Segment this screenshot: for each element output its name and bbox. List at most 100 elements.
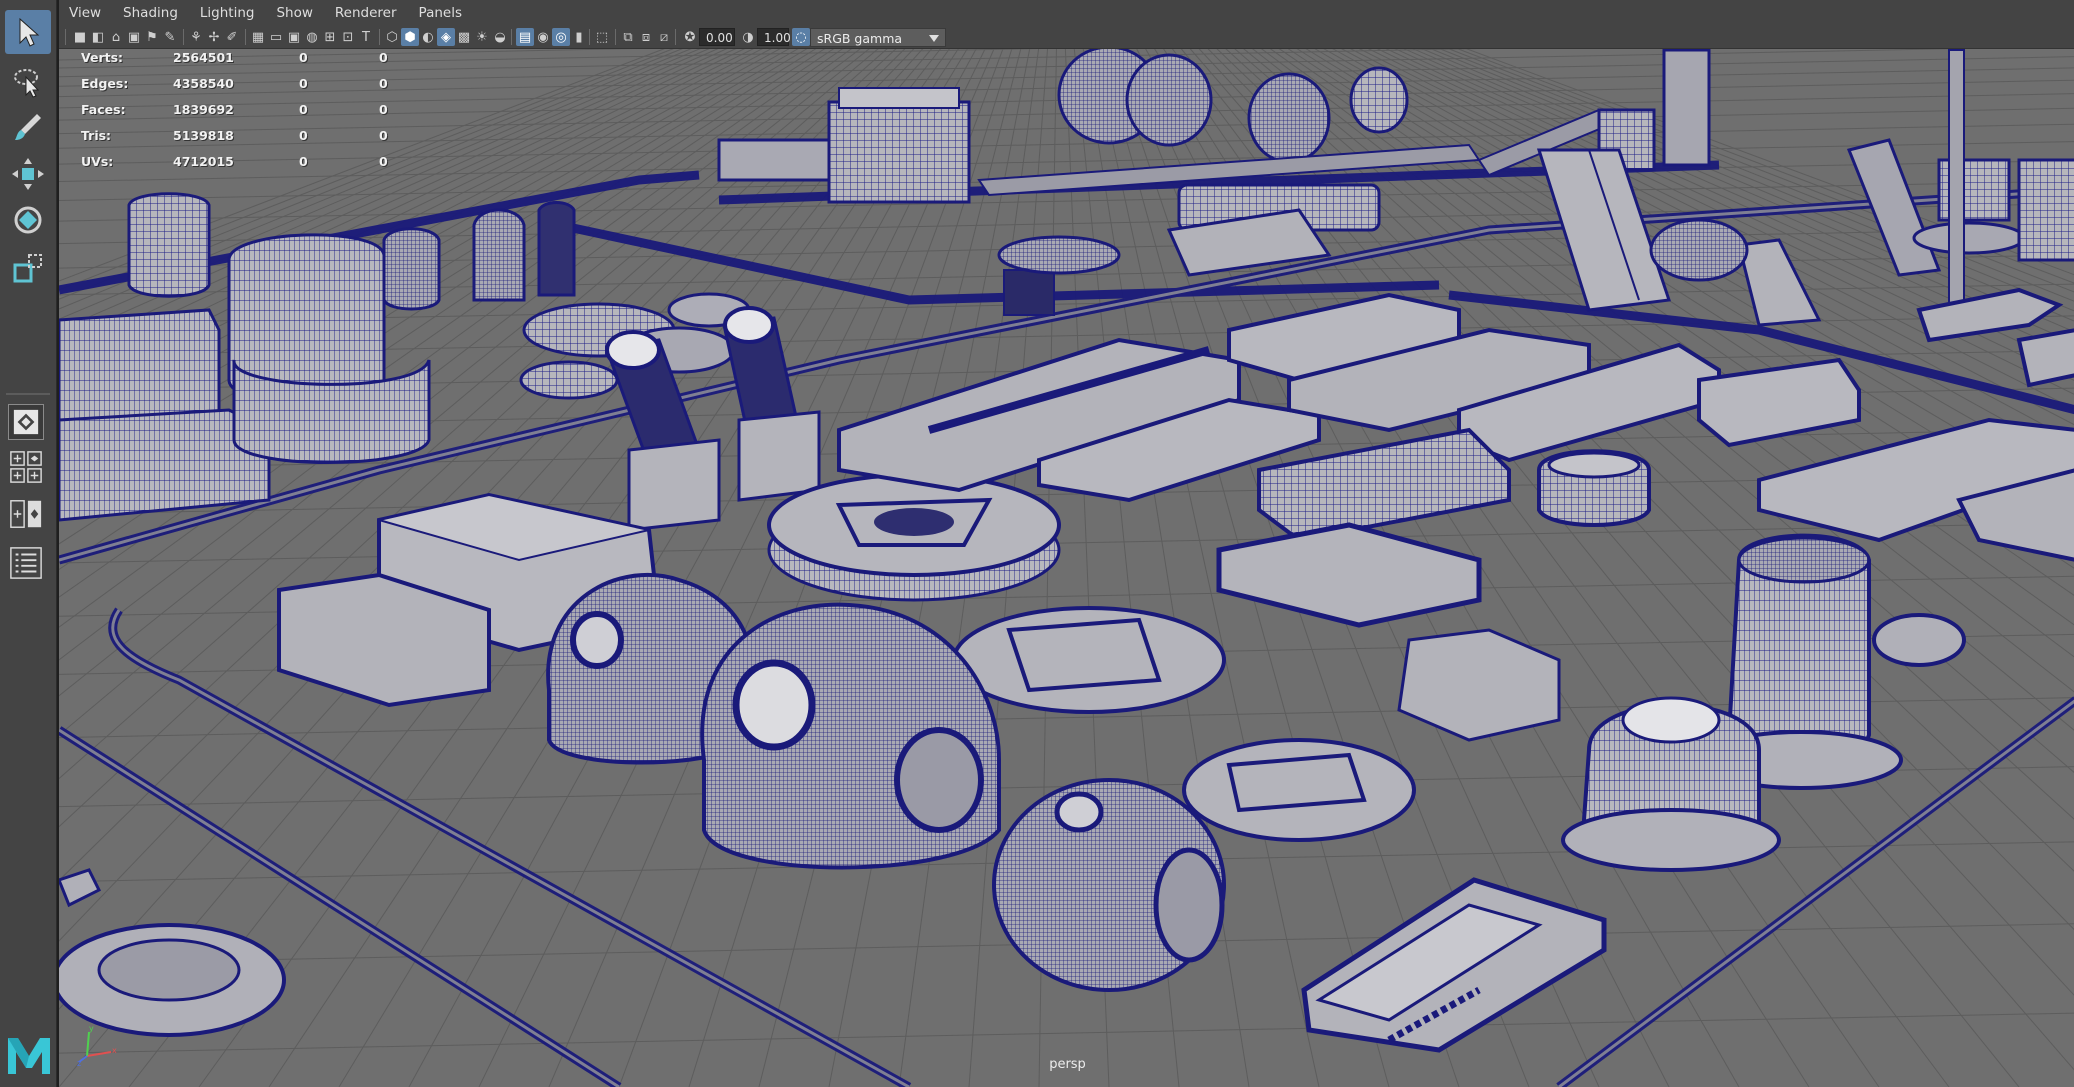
svg-text:y: y [89, 1024, 94, 1033]
gate-mask-icon[interactable]: ◍ [303, 28, 321, 46]
xray-joints-icon[interactable]: ⧈ [637, 28, 655, 46]
hud-label: Edges: [81, 76, 129, 91]
use-default-material-icon[interactable]: ◐ [419, 28, 437, 46]
resolution-gate-icon[interactable]: ▣ [285, 28, 303, 46]
gamma-icon[interactable]: ◑ [739, 28, 757, 46]
hud-selected: 0 [299, 102, 308, 117]
toolbar-separator [615, 29, 616, 45]
menu-panels[interactable]: Panels [419, 5, 462, 21]
four-view-layout-icon [10, 451, 42, 483]
hud-selected: 0 [299, 128, 308, 143]
2d-pan-zoom-toggle-icon[interactable]: ✢ [205, 28, 223, 46]
depth-of-field-icon[interactable]: ▮ [570, 28, 588, 46]
multisample-aa-icon[interactable]: ◎ [552, 28, 570, 46]
bookmarks-icon[interactable]: ⌂ [107, 28, 125, 46]
menu-show[interactable]: Show [276, 5, 312, 21]
toolbar-separator [589, 29, 590, 45]
toolbar-separator [675, 29, 676, 45]
poly-count-hud: Verts: 2564501 0 0 Edges: 4358540 0 0 Faces: 1839… [81, 50, 441, 180]
menu-renderer[interactable]: Renderer [335, 5, 397, 21]
toolbar-separator [511, 29, 512, 45]
scale-tool-button[interactable] [5, 246, 51, 290]
select-arrow-icon [19, 17, 40, 47]
screen-space-ao-icon[interactable]: ▤ [516, 28, 534, 46]
2d-pan-zoom-icon[interactable]: ⚘ [187, 28, 205, 46]
view-transform-icon[interactable]: ◌ [792, 28, 810, 46]
motion-blur-icon[interactable]: ◉ [534, 28, 552, 46]
bookmark-icon[interactable]: ⚑ [143, 28, 161, 46]
toolbar-separator [245, 29, 246, 45]
hud-selected: 0 [299, 154, 308, 169]
hud-selected: 0 [299, 50, 308, 65]
color-space-select[interactable]: sRGB gamma [810, 28, 946, 47]
grid-toggle-icon[interactable]: ▦ [249, 28, 267, 46]
exposure-icon[interactable]: ✪ [681, 28, 699, 46]
hud-comp: 0 [379, 50, 388, 65]
two-view-layout-icon [10, 500, 42, 528]
select-camera-icon[interactable]: ■ [71, 28, 89, 46]
hud-label: Faces: [81, 102, 126, 117]
toolbar-grip [65, 29, 66, 45]
hud-row: UVs: 4712015 0 0 [81, 154, 441, 180]
outliner-layout-icon [10, 547, 42, 579]
grease-pencil-icon[interactable]: ✎ [161, 28, 179, 46]
single-view-layout-button[interactable] [8, 404, 44, 440]
exposure-field[interactable]: 0.00 [699, 28, 735, 46]
menu-shading[interactable]: Shading [123, 5, 178, 21]
field-chart-icon[interactable]: ⊞ [321, 28, 339, 46]
paint-select-tool-button[interactable] [5, 105, 51, 149]
textured-icon[interactable]: ▩ [455, 28, 473, 46]
hud-comp: 0 [379, 154, 388, 169]
camera-attributes-icon[interactable]: ◧ [89, 28, 107, 46]
rotate-tool-button[interactable] [5, 198, 51, 242]
lasso-tool-button[interactable] [5, 60, 51, 104]
outliner-layout-button[interactable] [8, 545, 44, 581]
hud-label: Verts: [81, 50, 124, 65]
toolbar-separator [379, 29, 380, 45]
toolbox-separator [6, 393, 50, 395]
hud-row: Faces: 1839692 0 0 [81, 102, 441, 128]
xray-icon[interactable]: ⧉ [619, 28, 637, 46]
round-hatch [767, 473, 1061, 602]
toolbox [0, 0, 57, 1087]
film-gate-icon[interactable]: ▭ [267, 28, 285, 46]
viewport-panel[interactable]: View Shading Lighting Show Renderer Pane… [57, 0, 2074, 1087]
hud-total: 2564501 [173, 50, 234, 65]
color-space-label: sRGB gamma [817, 31, 903, 46]
menu-view[interactable]: View [69, 5, 101, 21]
viewport-menu-bar: View Shading Lighting Show Renderer Pane… [59, 0, 2074, 25]
grid-line [59, 1012, 2074, 1054]
camera-name-label: persp [1049, 1057, 1086, 1072]
use-all-lights-icon[interactable]: ☀ [473, 28, 491, 46]
safe-action-icon[interactable]: ⊡ [339, 28, 357, 46]
hud-total: 4712015 [173, 154, 234, 169]
hud-row: Edges: 4358540 0 0 [81, 76, 441, 102]
single-view-layout-icon [13, 409, 39, 435]
paint-select-icon [15, 114, 41, 140]
grease-pencil-tool-icon[interactable]: ✐ [223, 28, 241, 46]
hud-row: Verts: 2564501 0 0 [81, 50, 441, 76]
wireframe-on-shaded-icon[interactable]: ◈ [437, 28, 455, 46]
front-device [1301, 877, 1607, 1053]
two-view-layout-button[interactable] [8, 496, 44, 532]
left-cylinders [59, 192, 576, 522]
select-tool-button[interactable] [5, 10, 51, 54]
smooth-shade-icon[interactable]: ⬢ [401, 28, 419, 46]
hud-comp: 0 [379, 102, 388, 117]
hud-label: Tris: [81, 128, 112, 143]
four-view-layout-button[interactable] [8, 449, 44, 485]
maya-logo [8, 1038, 50, 1074]
move-icon [12, 158, 44, 190]
safe-title-icon[interactable]: T [357, 28, 375, 46]
menu-lighting[interactable]: Lighting [200, 5, 255, 21]
move-tool-button[interactable] [5, 152, 51, 196]
wireframe-icon[interactable]: ⬡ [383, 28, 401, 46]
image-plane-icon[interactable]: ▣ [125, 28, 143, 46]
hud-row: Tris: 5139818 0 0 [81, 128, 441, 154]
lasso-select-icon [14, 69, 40, 98]
gamma-field[interactable]: 1.00 [757, 28, 791, 46]
isolate-select-icon[interactable]: ⬚ [593, 28, 611, 46]
xray-components-icon[interactable]: ⧄ [655, 28, 673, 46]
shadows-icon[interactable]: ◒ [491, 28, 509, 46]
rotate-icon [14, 206, 42, 234]
